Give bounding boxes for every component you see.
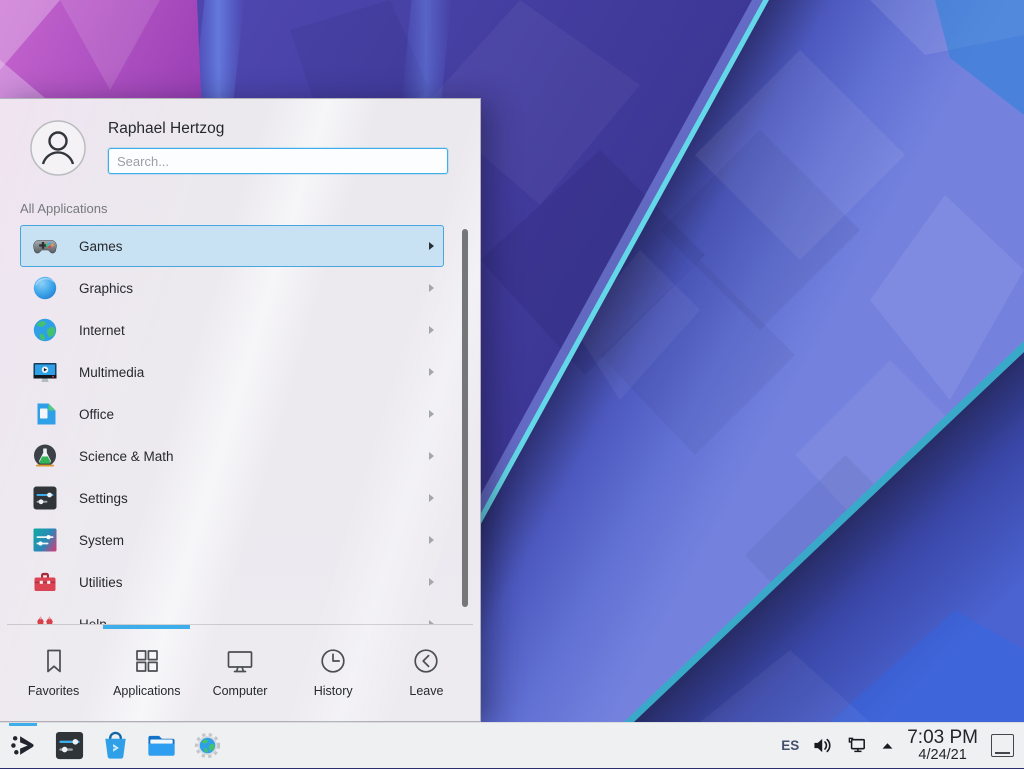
menu-item-multimedia[interactable]: Multimedia — [20, 351, 444, 393]
volume-icon[interactable] — [812, 736, 833, 755]
taskbar-app-icons — [6, 723, 224, 768]
globe-icon — [31, 316, 59, 344]
keyboard-layout-indicator[interactable]: ES — [781, 738, 799, 753]
launcher-tab-bar: Favorites Applications Computer History Leav… — [0, 629, 480, 721]
submenu-arrow-icon — [429, 242, 434, 250]
submenu-arrow-icon — [429, 494, 434, 502]
tab-label: Applications — [113, 684, 180, 698]
tab-leave[interactable]: Leave — [380, 629, 473, 721]
taskbar-panel: ES 7:03 PM 4/24/21 — [0, 722, 1024, 768]
system-tray: ES 7:03 PM 4/24/21 — [781, 723, 1024, 768]
globe-gear-icon — [192, 730, 223, 761]
user-name: Raphael Hertzog — [108, 120, 224, 138]
submenu-arrow-icon — [429, 410, 434, 418]
taskbar-web-browser-button[interactable] — [190, 723, 224, 769]
menu-item-internet[interactable]: Internet — [20, 309, 444, 351]
menu-item-label: Utilities — [79, 575, 123, 590]
network-icon[interactable] — [846, 737, 868, 755]
clock-date: 4/24/21 — [907, 748, 978, 763]
taskbar-file-manager-button[interactable] — [144, 723, 178, 769]
settings-dark-icon — [54, 730, 85, 761]
submenu-arrow-icon — [429, 536, 434, 544]
submenu-arrow-icon — [429, 284, 434, 292]
menu-item-games[interactable]: Games — [20, 225, 444, 267]
submenu-arrow-icon — [429, 326, 434, 334]
system-icon — [31, 526, 59, 554]
discover-icon — [100, 730, 131, 761]
folder-icon — [146, 730, 177, 761]
tab-favorites[interactable]: Favorites — [7, 629, 100, 721]
bookmark-icon — [36, 643, 72, 679]
kickoff-icon — [8, 730, 39, 761]
digital-clock[interactable]: 7:03 PM 4/24/21 — [907, 728, 978, 762]
tray-expand-arrow-icon[interactable] — [881, 741, 894, 750]
help-icon — [31, 610, 59, 624]
utilities-icon — [31, 568, 59, 596]
menu-item-label: Multimedia — [79, 365, 144, 380]
menu-item-science-math[interactable]: Science & Math — [20, 435, 444, 477]
menu-item-graphics[interactable]: Graphics — [20, 267, 444, 309]
tab-computer[interactable]: Computer — [193, 629, 286, 721]
taskbar-discover-button[interactable] — [98, 723, 132, 769]
tabbar-divider — [7, 624, 473, 625]
science-icon — [31, 442, 59, 470]
submenu-arrow-icon — [429, 578, 434, 586]
clock-icon — [315, 643, 351, 679]
show-desktop-button[interactable] — [991, 734, 1014, 757]
tab-label: Computer — [213, 684, 268, 698]
search-input[interactable] — [108, 148, 448, 174]
menu-item-utilities[interactable]: Utilities — [20, 561, 444, 603]
submenu-arrow-icon — [429, 452, 434, 460]
menu-item-help[interactable]: Help — [20, 603, 444, 624]
tab-label: Leave — [409, 684, 443, 698]
menu-item-label: Science & Math — [79, 449, 174, 464]
category-list: Games Graphics Internet Multimedia Office Sci… — [0, 225, 480, 624]
menu-item-system[interactable]: System — [20, 519, 444, 561]
submenu-arrow-icon — [429, 368, 434, 376]
scrollbar[interactable] — [462, 229, 468, 607]
monitor-icon — [222, 643, 258, 679]
menu-item-label: Settings — [79, 491, 128, 506]
menu-item-label: Internet — [79, 323, 125, 338]
grid-icon — [129, 643, 165, 679]
gamepad-icon — [31, 232, 59, 260]
leave-icon — [408, 643, 444, 679]
tab-applications[interactable]: Applications — [100, 629, 193, 721]
application-launcher-popup: Raphael Hertzog All Applications Games Gr… — [0, 98, 481, 722]
office-icon — [31, 400, 59, 428]
menu-item-label: Graphics — [79, 281, 133, 296]
menu-item-office[interactable]: Office — [20, 393, 444, 435]
multimedia-icon — [31, 358, 59, 386]
section-label: All Applications — [20, 201, 107, 216]
menu-item-label: Help — [79, 617, 107, 625]
menu-item-settings[interactable]: Settings — [20, 477, 444, 519]
tab-label: Favorites — [28, 684, 79, 698]
tab-history[interactable]: History — [287, 629, 380, 721]
settings-icon — [31, 484, 59, 512]
user-avatar-icon — [30, 120, 86, 176]
sphere-icon — [31, 274, 59, 302]
menu-item-label: System — [79, 533, 124, 548]
taskbar-application-launcher-button[interactable] — [6, 723, 40, 769]
menu-item-label: Games — [79, 239, 123, 254]
taskbar-system-settings-button[interactable] — [52, 723, 86, 769]
tab-label: History — [314, 684, 353, 698]
clock-time: 7:03 PM — [907, 728, 978, 748]
menu-item-label: Office — [79, 407, 114, 422]
